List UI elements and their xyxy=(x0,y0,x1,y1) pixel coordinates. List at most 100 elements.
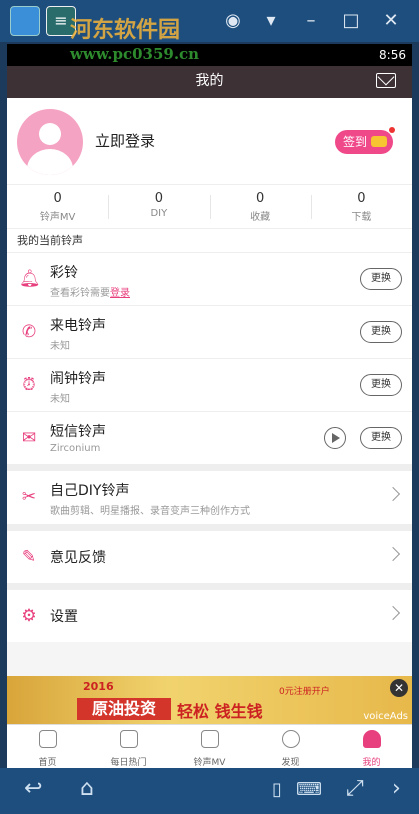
tab-discover[interactable]: 发现 xyxy=(250,725,331,768)
stat-label: 铃声MV xyxy=(39,212,76,223)
ringtone-row-call: ✆ 来电铃声 未知 更换 xyxy=(7,305,412,358)
notification-dot xyxy=(389,127,395,133)
tab-home[interactable]: 首页 xyxy=(7,725,88,768)
home-nav-icon[interactable]: ⌂ xyxy=(80,776,94,801)
chevron-right-icon xyxy=(385,546,401,562)
current-ringtones-heading: 我的当前铃声 xyxy=(7,228,412,252)
signin-button[interactable]: 签到 xyxy=(335,127,395,154)
tab-ringtone-mv[interactable]: 铃声MV xyxy=(169,725,250,768)
bell-icon: 🔔︎ xyxy=(19,269,41,289)
close-window-icon[interactable]: ✕ xyxy=(378,8,404,34)
chevron-right-icon xyxy=(385,486,401,502)
tab-label: 发现 xyxy=(281,758,300,768)
tab-mine[interactable]: 我的 xyxy=(331,725,412,768)
ad-close-icon[interactable]: ✕ xyxy=(390,679,408,697)
stat-favorites[interactable]: 0 收藏 xyxy=(209,185,311,228)
stat-label: DIY xyxy=(150,208,168,219)
menu-item-settings[interactable]: ⚙ 设置 xyxy=(7,589,412,642)
menu-dropdown-icon[interactable]: ▾ xyxy=(258,8,284,34)
stat-label: 收藏 xyxy=(250,212,271,223)
home-icon xyxy=(38,730,57,748)
menu-title: 自己DIY铃声 xyxy=(50,483,130,499)
menu-item-diy[interactable]: ✂ 自己DIY铃声 歌曲剪辑、明星播报、录音变声三种创作方式 xyxy=(7,470,412,524)
tab-label: 每日热门 xyxy=(110,758,147,768)
menu-item-feedback[interactable]: ✎ 意见反馈 xyxy=(7,530,412,583)
compass-icon xyxy=(281,730,300,748)
mail-icon[interactable] xyxy=(376,73,396,88)
stat-value: 0 xyxy=(255,191,265,206)
android-status-bar: 8:56 xyxy=(7,44,412,66)
stat-value: 0 xyxy=(357,191,366,206)
app-screen: 我的 立即登录 签到 0 铃声MV 0 DIY 0 收藏 0 下载 我的当前铃声… xyxy=(7,66,412,768)
emulator-navbar: ↩ ⌂ ▯ ⌨ ⤢ › xyxy=(0,768,419,814)
emulator-home-tab[interactable] xyxy=(10,6,40,36)
menu-subtitle: 歌曲剪辑、明星播报、录音变声三种创作方式 xyxy=(50,506,250,517)
fullscreen-icon[interactable]: ⤢ xyxy=(346,776,364,801)
login-inline-link[interactable]: 登录 xyxy=(110,288,130,299)
change-button[interactable]: 更换 xyxy=(360,427,402,449)
ad-headline: 原油投资 xyxy=(77,698,171,720)
watermark-url: www.pc0359.cn xyxy=(70,45,200,63)
watermark-site: 河东软件园 xyxy=(70,17,181,43)
page-title: 我的 xyxy=(195,73,224,89)
envelope-icon: ✉ xyxy=(21,428,37,448)
account-icon[interactable]: ◉ xyxy=(220,8,246,34)
ad-year: 2016 xyxy=(83,680,114,693)
change-button[interactable]: 更换 xyxy=(360,374,402,396)
page-header: 我的 xyxy=(7,66,412,98)
ringtone-title: 闹钟铃声 xyxy=(50,371,106,387)
change-button[interactable]: 更换 xyxy=(360,321,402,343)
ringtone-row-sms: ✉ 短信铃声 Zirconium 更换 xyxy=(7,411,412,464)
maximize-icon[interactable]: □ xyxy=(338,8,364,34)
ad-brand: voiceAds xyxy=(363,711,408,722)
emulator-titlebar: ≡ ◉ ▾ – □ ✕ xyxy=(0,0,419,42)
ringtone-row-crbt: 🔔︎ 彩铃 查看彩铃需要登录 更换 xyxy=(7,252,412,305)
ringtone-subtitle: 未知 xyxy=(50,341,70,352)
alarm-clock-icon: ⏰︎ xyxy=(22,375,36,395)
stat-value: 0 xyxy=(53,191,62,206)
stat-value: 0 xyxy=(154,191,164,206)
phone-icon: ✆ xyxy=(21,322,37,342)
stats-bar: 0 铃声MV 0 DIY 0 收藏 0 下载 xyxy=(7,184,412,228)
avatar[interactable] xyxy=(17,109,83,175)
video-icon xyxy=(200,730,219,748)
tab-label: 铃声MV xyxy=(193,758,226,768)
ringtone-row-alarm: ⏰︎ 闹钟铃声 未知 更换 xyxy=(7,358,412,411)
signin-label: 签到 xyxy=(343,135,368,149)
coins-icon xyxy=(371,136,387,147)
tab-label: 首页 xyxy=(38,758,57,768)
ad-offer: 0元注册开户 xyxy=(279,687,330,697)
avatar-body-shape xyxy=(27,149,73,175)
status-time: 8:56 xyxy=(379,48,406,62)
user-icon xyxy=(362,730,381,748)
gear-icon: ⚙ xyxy=(21,606,37,626)
subtitle-text: 查看彩铃需要 xyxy=(50,288,110,299)
ad-banner[interactable]: 2016 原油投资 轻松 钱生钱 0元注册开户 voiceAds ✕ xyxy=(7,676,412,724)
play-icon[interactable] xyxy=(324,427,346,449)
flame-icon xyxy=(119,730,138,748)
ringtone-title: 来电铃声 xyxy=(50,318,106,334)
menu-title: 意见反馈 xyxy=(50,550,106,566)
ad-tagline: 轻松 钱生钱 xyxy=(177,702,263,721)
chevron-right-icon[interactable]: › xyxy=(392,776,401,801)
edit-icon: ✎ xyxy=(21,547,37,567)
tab-label: 我的 xyxy=(362,758,381,768)
menu-title: 设置 xyxy=(50,609,78,625)
ringtone-subtitle: 查看彩铃需要登录 xyxy=(50,284,130,299)
stat-diy[interactable]: 0 DIY xyxy=(108,185,209,228)
tab-daily-hot[interactable]: 每日热门 xyxy=(88,725,169,768)
scissors-icon: ✂ xyxy=(21,487,37,507)
login-link[interactable]: 立即登录 xyxy=(95,130,155,151)
minimize-icon[interactable]: – xyxy=(298,8,324,34)
phone-mode-icon[interactable]: ▯ xyxy=(272,779,282,800)
keyboard-icon[interactable]: ⌨ xyxy=(296,779,322,800)
stat-label: 下载 xyxy=(351,212,372,223)
bottom-tab-bar: 首页 每日热门 铃声MV 发现 我的 xyxy=(7,724,412,768)
ringtone-subtitle: Zirconium xyxy=(50,443,101,454)
stat-ringtone-mv[interactable]: 0 铃声MV xyxy=(7,185,108,228)
change-button[interactable]: 更换 xyxy=(360,268,402,290)
ringtone-title: 短信铃声 xyxy=(50,424,106,440)
stat-downloads[interactable]: 0 下载 xyxy=(310,185,412,228)
back-icon[interactable]: ↩ xyxy=(24,776,42,801)
ringtone-subtitle: 未知 xyxy=(50,394,70,405)
